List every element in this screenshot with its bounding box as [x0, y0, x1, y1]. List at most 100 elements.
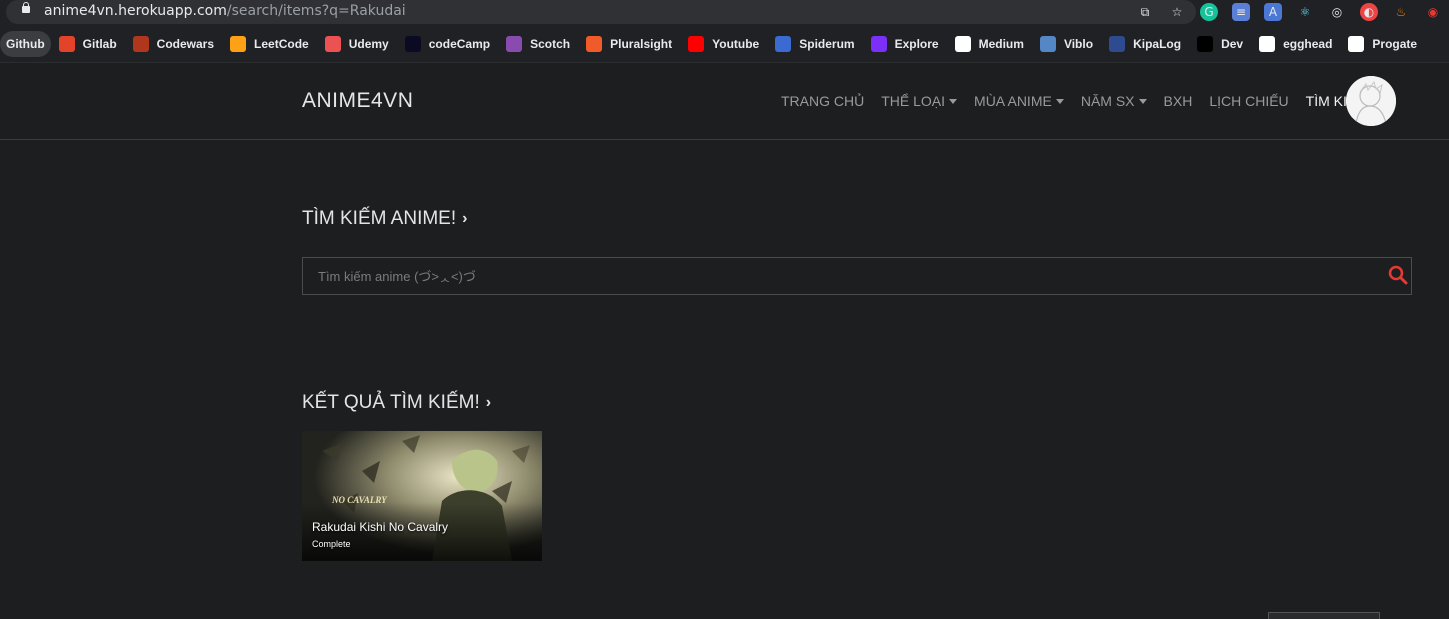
results-title-text: KẾT QUẢ TÌM KIẾM!	[302, 392, 480, 413]
bookmark-gitlab[interactable]: Gitlab	[51, 31, 125, 57]
react-devtools-icon[interactable]: ⚛	[1296, 3, 1314, 21]
nav-item-1[interactable]: THỂ LOẠI	[881, 93, 958, 109]
spiderum-icon	[775, 36, 792, 52]
bookmark-label: Codewars	[156, 37, 215, 51]
search-button[interactable]	[1387, 264, 1409, 286]
translate-icon[interactable]: ⧉	[1136, 3, 1154, 21]
bookmark-label: KipaLog	[1133, 37, 1182, 51]
bookmarks-list: Github Gitlab Codewars LeetCode Udemy codeCam…	[0, 31, 1425, 57]
search-section-title: TÌM KIẾM ANIME! ›	[302, 208, 467, 230]
pluralsight-icon	[586, 36, 603, 52]
brand-logo[interactable]: ANIME4VN	[302, 89, 413, 113]
bookmark-udemy[interactable]: Udemy	[317, 31, 397, 57]
bookmark-medium[interactable]: Medium	[947, 31, 1032, 57]
caret-down-icon	[949, 98, 958, 104]
bookmark-label: Spiderum	[799, 37, 855, 51]
medium-icon	[954, 36, 971, 52]
target-icon[interactable]: ◎	[1328, 3, 1346, 21]
leetcode-icon	[230, 36, 247, 52]
bookmark-label: Dev	[1221, 37, 1244, 51]
gitlab-icon	[58, 36, 75, 52]
explore-icon	[870, 36, 887, 52]
bookmark-viblo[interactable]: Viblo	[1032, 31, 1101, 57]
bookmark-label: Explore	[894, 37, 939, 51]
nav-item-5[interactable]: LỊCH CHIẾU	[1209, 93, 1288, 109]
bookmark-label: Scotch	[530, 37, 571, 51]
udemy-icon	[324, 36, 341, 52]
url-text[interactable]: anime4vn.herokuapp.com/search/items?q=Ra…	[44, 3, 406, 19]
bookmark-kipalog[interactable]: KipaLog	[1101, 31, 1189, 57]
bookmark-label: codeCamp	[428, 37, 491, 51]
lock-icon	[22, 2, 30, 13]
youtube-icon	[688, 36, 705, 52]
card-status: Complete	[312, 539, 351, 549]
nav-item-2[interactable]: MÙA ANIME	[974, 93, 1064, 109]
record-icon[interactable]: ◉	[1424, 3, 1442, 21]
nav-item-0[interactable]: TRANG CHỦ	[781, 93, 864, 109]
bookmark-codewars[interactable]: Codewars	[125, 31, 222, 57]
star-icon[interactable]: ☆	[1168, 3, 1186, 21]
bookmark-explore[interactable]: Explore	[863, 31, 947, 57]
bookmark-dev[interactable]: Dev	[1189, 31, 1251, 57]
grammarly-icon[interactable]: G	[1200, 3, 1218, 21]
avatar[interactable]	[1346, 76, 1396, 126]
translate-ext-icon[interactable]: A	[1264, 3, 1282, 21]
color-picker-icon[interactable]: ◐	[1360, 3, 1378, 21]
bookmarks-bar: Github Gitlab Codewars LeetCode Udemy codeCam…	[0, 26, 1449, 63]
bookmark-label: Progate	[1372, 37, 1418, 51]
nav-item-label: THỂ LOẠI	[881, 93, 946, 109]
bookmark-label: Youtube	[712, 37, 760, 51]
nav-item-label: NĂM SX	[1080, 93, 1135, 109]
scotch-icon	[506, 36, 523, 52]
avatar-image-icon	[1346, 76, 1396, 126]
result-card[interactable]: NO CAVALRY Rakudai Kishi No Cavalry Comp…	[302, 431, 542, 561]
nav-item-label: LỊCH CHIẾU	[1209, 93, 1289, 109]
kipalog-icon	[1109, 36, 1126, 52]
bookmark-progate[interactable]: Progate	[1340, 31, 1425, 57]
bookmark-spiderum[interactable]: Spiderum	[767, 31, 862, 57]
egghead-icon	[1259, 36, 1276, 52]
bookmark-egghead[interactable]: egghead	[1251, 31, 1340, 57]
bookmark-label: egghead	[1283, 37, 1333, 51]
bookmark-label: Gitlab	[82, 37, 117, 51]
freecodecamp-icon	[404, 36, 421, 52]
bookmark-label: Medium	[978, 37, 1024, 51]
fire-icon[interactable]: ♨	[1392, 3, 1410, 21]
caret-down-icon	[1055, 98, 1064, 104]
bookmark-github[interactable]: Github	[0, 31, 51, 57]
nav-item-3[interactable]: NĂM SX	[1081, 93, 1147, 109]
nav-item-4[interactable]: BXH	[1164, 93, 1193, 109]
bookmark-codecamp[interactable]: codeCamp	[397, 31, 498, 57]
bookmark-leetcode[interactable]: LeetCode	[222, 31, 317, 57]
chevron-right-icon: ›	[485, 394, 492, 411]
url-host: anime4vn.herokuapp.com	[44, 3, 227, 19]
site-header: ANIME4VN TRANG CHỦ THỂ LOẠI MÙA ANIME NĂM S…	[0, 63, 1449, 140]
bookmark-label: Pluralsight	[610, 37, 673, 51]
address-bar[interactable]: anime4vn.herokuapp.com/search/items?q=Ra…	[6, 0, 1196, 24]
main-nav: TRANG CHỦ THỂ LOẠI MÙA ANIME NĂM SX BXH LỊCH …	[781, 93, 1385, 109]
card-title[interactable]: Rakudai Kishi No Cavalry	[312, 520, 448, 534]
search-box	[302, 257, 1412, 295]
browser-url-bar: anime4vn.herokuapp.com/search/items?q=Ra…	[0, 0, 1449, 26]
progate-icon	[1348, 36, 1365, 52]
bookmark-youtube[interactable]: Youtube	[680, 31, 767, 57]
bookmark-label: Github	[6, 37, 45, 51]
dev-icon	[1197, 36, 1214, 52]
bookmark-pluralsight[interactable]: Pluralsight	[578, 31, 680, 57]
search-input[interactable]	[303, 258, 1373, 294]
results-section-title: KẾT QUẢ TÌM KIẾM! ›	[302, 392, 491, 414]
viblo-icon	[1039, 36, 1056, 52]
extension-icons: ⧉ ☆ G ≡ A ⚛ ◎ ◐ ♨ ◉	[1136, 3, 1442, 21]
codewars-icon	[132, 36, 149, 52]
search-title-text: TÌM KIẾM ANIME!	[302, 208, 457, 229]
bookmark-label: Viblo	[1063, 37, 1094, 51]
nav-item-label: BXH	[1163, 93, 1193, 109]
chevron-right-icon: ›	[462, 210, 468, 227]
bookmark-label: Udemy	[348, 37, 389, 51]
bookmark-scotch[interactable]: Scotch	[498, 31, 578, 57]
nav-item-label: MÙA ANIME	[974, 93, 1052, 109]
bookmark-label: LeetCode	[254, 37, 309, 51]
extension-sheet-icon[interactable]: ≡	[1232, 3, 1250, 21]
search-icon	[1388, 265, 1408, 285]
url-path: /search/items?q=Rakudai	[226, 3, 406, 19]
